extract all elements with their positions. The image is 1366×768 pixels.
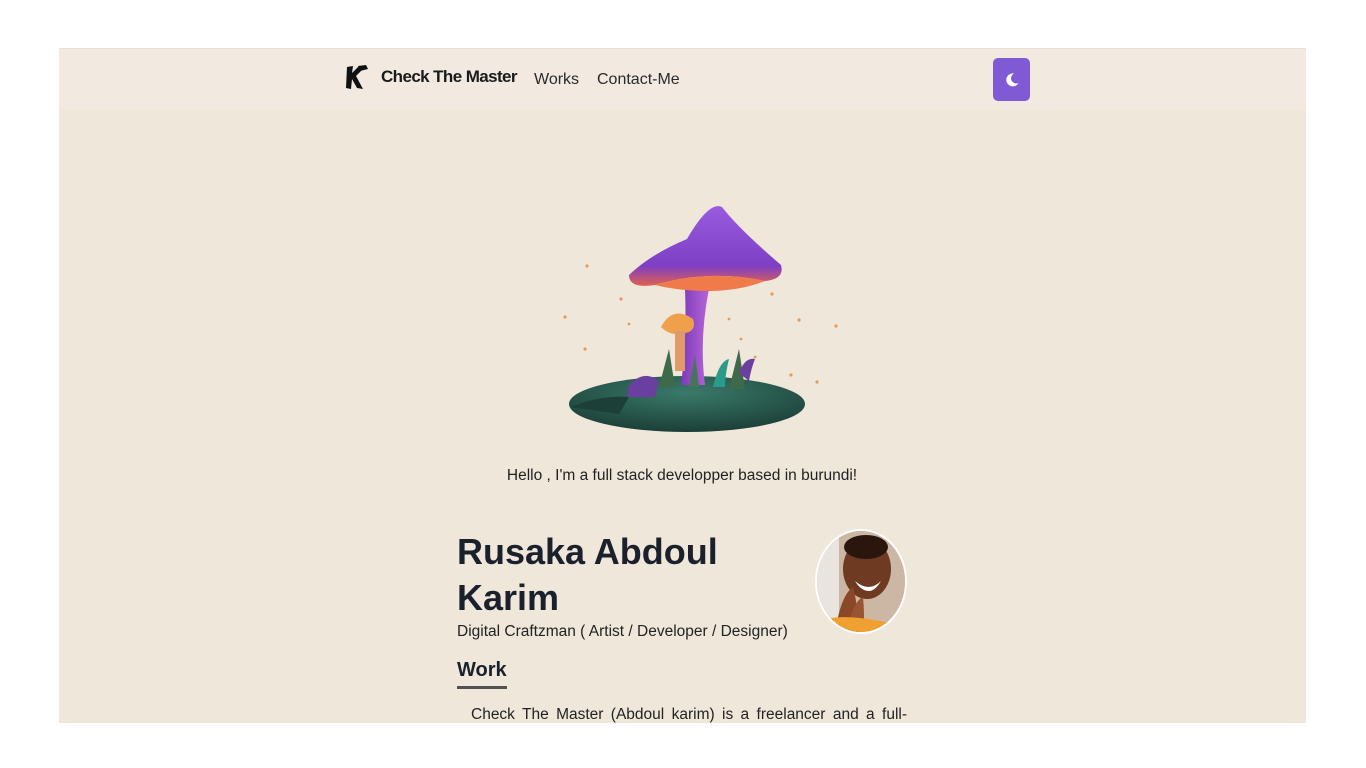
page-frame: Check The Master Works Contact-Me Hello … [59,48,1306,723]
profile-name: Rusaka Abdoul Karim [457,531,718,618]
profile-tagline: Digital Craftzman ( Artist / Developer /… [457,623,788,640]
intro-greeting: Hello , I'm a full stack developper base… [506,467,858,484]
brand-name[interactable]: Check The Master [381,67,518,87]
work-section-title: Work [457,659,507,689]
theme-toggle-button[interactable] [993,58,1030,101]
logo-icon[interactable] [344,63,370,91]
work-description: Check The Master (Abdoul karim) is a fre… [471,706,907,723]
mushroom-illustration [563,206,838,432]
nav-link-contact[interactable]: Contact-Me [597,71,680,89]
nav-link-works[interactable]: Works [534,71,579,89]
moon-icon [1005,72,1018,86]
avatar [815,529,907,634]
navbar: Check The Master Works Contact-Me [59,49,1306,110]
